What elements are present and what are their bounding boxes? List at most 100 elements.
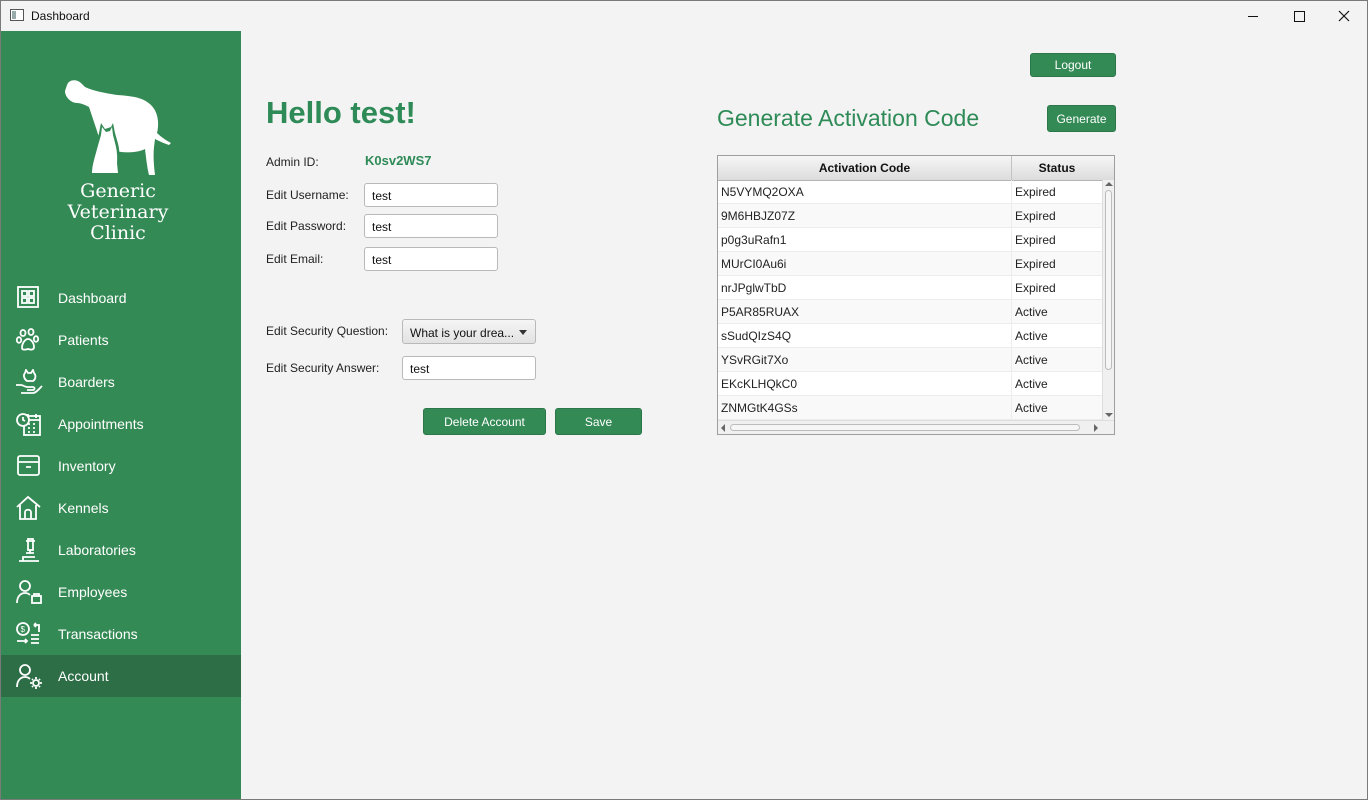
employee-icon bbox=[16, 580, 42, 604]
sidebar-item-label: Laboratories bbox=[58, 542, 136, 558]
house-icon bbox=[16, 495, 41, 520]
dashboard-grid-icon bbox=[17, 286, 39, 308]
delete-account-button[interactable]: Delete Account bbox=[423, 408, 546, 435]
sidebar-nav: Dashboard Patients Boarders Appointments… bbox=[1, 277, 241, 697]
table-row[interactable]: EKcKLHQkC0 Active bbox=[718, 372, 1102, 396]
sidebar: Generic Veterinary Clinic Dashboard Pati… bbox=[1, 31, 241, 799]
scroll-left-icon[interactable] bbox=[721, 424, 725, 432]
clinic-name-line: Veterinary bbox=[67, 201, 169, 223]
generate-button[interactable]: Generate bbox=[1047, 105, 1116, 132]
sidebar-item-label: Transactions bbox=[58, 626, 138, 642]
horizontal-scroll-thumb[interactable] bbox=[730, 424, 1080, 431]
table-row[interactable]: sSudQIzS4Q Active bbox=[718, 324, 1102, 348]
table-row[interactable]: 9M6HBJZ07Z Expired bbox=[718, 204, 1102, 228]
security-answer-label: Edit Security Answer: bbox=[266, 361, 380, 375]
chevron-down-icon bbox=[519, 330, 527, 335]
minimize-icon bbox=[1248, 15, 1258, 17]
sidebar-item-label: Inventory bbox=[58, 458, 116, 474]
sidebar-item-kennels[interactable]: Kennels bbox=[1, 487, 241, 529]
sidebar-item-appointments[interactable]: Appointments bbox=[1, 403, 241, 445]
calendar-clock-icon bbox=[16, 413, 41, 436]
code-cell: ZNMGtK4GSs bbox=[721, 401, 798, 415]
logout-button[interactable]: Logout bbox=[1030, 53, 1116, 77]
security-question-label: Edit Security Question: bbox=[266, 324, 389, 338]
table-header: Activation Code Status bbox=[718, 156, 1114, 181]
clinic-name-line: Clinic bbox=[90, 222, 146, 244]
account-gear-icon bbox=[16, 664, 42, 689]
admin-id-value: K0sv2WS7 bbox=[365, 153, 432, 168]
code-cell: YSvRGit7Xo bbox=[721, 353, 789, 367]
close-button[interactable] bbox=[1321, 1, 1367, 31]
status-cell: Active bbox=[1015, 353, 1048, 367]
security-question-value: What is your drea... bbox=[410, 326, 515, 340]
sidebar-item-account[interactable]: Account bbox=[1, 655, 241, 697]
username-field[interactable]: test bbox=[364, 183, 498, 207]
column-header-code[interactable]: Activation Code bbox=[718, 156, 1012, 180]
paw-icon bbox=[15, 328, 40, 351]
status-cell: Active bbox=[1015, 305, 1048, 319]
code-cell: nrJPglwTbD bbox=[721, 281, 787, 295]
scroll-down-icon[interactable] bbox=[1105, 413, 1113, 417]
table-row[interactable]: nrJPglwTbD Expired bbox=[718, 276, 1102, 300]
code-cell: EKcKLHQkC0 bbox=[721, 377, 798, 391]
sidebar-item-patients[interactable]: Patients bbox=[1, 319, 241, 361]
table-row[interactable]: MUrCI0Au6i Expired bbox=[718, 252, 1102, 276]
clinic-name-line: Generic bbox=[80, 180, 156, 202]
app-icon bbox=[10, 9, 24, 21]
activation-code-table[interactable]: Activation Code Status N5VYMQ2OXA Expired… bbox=[717, 155, 1115, 435]
sidebar-item-label: Employees bbox=[58, 584, 128, 600]
email-field[interactable]: test bbox=[364, 247, 498, 271]
username-label: Edit Username: bbox=[266, 188, 349, 202]
scroll-up-icon[interactable] bbox=[1105, 182, 1113, 186]
clinic-name: Generic Veterinary Clinic bbox=[1, 181, 235, 244]
sidebar-item-label: Dashboard bbox=[58, 290, 127, 306]
code-cell: 9M6HBJZ07Z bbox=[721, 209, 796, 223]
app-window: Dashboard Generic Veterinary Clinic Dash… bbox=[0, 0, 1368, 800]
status-cell: Active bbox=[1015, 329, 1048, 343]
main-content: Logout Hello test! Admin ID: K0sv2WS7 Ed… bbox=[241, 31, 1367, 799]
window-title: Dashboard bbox=[31, 9, 90, 23]
dog-cat-logo-icon bbox=[65, 80, 171, 175]
svg-text:$: $ bbox=[21, 625, 26, 634]
security-answer-field[interactable]: test bbox=[402, 356, 536, 380]
status-cell: Expired bbox=[1015, 233, 1056, 247]
save-button[interactable]: Save bbox=[555, 408, 642, 435]
clinic-logo: Generic Veterinary Clinic bbox=[1, 31, 241, 261]
table-row[interactable]: ZNMGtK4GSs Active bbox=[718, 396, 1102, 420]
sidebar-item-employees[interactable]: Employees bbox=[1, 571, 241, 613]
maximize-button[interactable] bbox=[1276, 1, 1322, 31]
table-row[interactable]: N5VYMQ2OXA Expired bbox=[718, 180, 1102, 204]
microscope-icon bbox=[19, 538, 39, 562]
sidebar-item-laboratories[interactable]: Laboratories bbox=[1, 529, 241, 571]
code-cell: N5VYMQ2OXA bbox=[721, 185, 804, 199]
admin-id-label: Admin ID: bbox=[266, 155, 319, 169]
sidebar-item-label: Account bbox=[58, 668, 109, 684]
vertical-scrollbar[interactable] bbox=[1102, 180, 1114, 420]
sidebar-item-transactions[interactable]: $ Transactions bbox=[1, 613, 241, 655]
column-header-status[interactable]: Status bbox=[1012, 156, 1102, 180]
horizontal-scrollbar[interactable] bbox=[718, 420, 1114, 434]
sidebar-item-boarders[interactable]: Boarders bbox=[1, 361, 241, 403]
column-divider bbox=[1011, 180, 1012, 420]
table-row[interactable]: YSvRGit7Xo Active bbox=[718, 348, 1102, 372]
minimize-button[interactable] bbox=[1230, 1, 1276, 31]
sidebar-item-label: Boarders bbox=[58, 374, 115, 390]
maximize-icon bbox=[1293, 10, 1305, 22]
status-cell: Expired bbox=[1015, 257, 1056, 271]
email-label: Edit Email: bbox=[266, 252, 324, 266]
sidebar-item-dashboard[interactable]: Dashboard bbox=[1, 277, 241, 319]
sidebar-item-label: Patients bbox=[58, 332, 109, 348]
sidebar-item-inventory[interactable]: Inventory bbox=[1, 445, 241, 487]
password-field[interactable]: test bbox=[364, 214, 498, 238]
password-label: Edit Password: bbox=[266, 219, 347, 233]
table-row[interactable]: p0g3uRafn1 Expired bbox=[718, 228, 1102, 252]
code-cell: sSudQIzS4Q bbox=[721, 329, 792, 343]
vertical-scroll-thumb[interactable] bbox=[1105, 190, 1112, 370]
status-cell: Active bbox=[1015, 401, 1048, 415]
inventory-box-icon bbox=[17, 455, 40, 476]
status-cell: Expired bbox=[1015, 209, 1056, 223]
scroll-right-icon[interactable] bbox=[1094, 424, 1098, 432]
security-question-select[interactable]: What is your drea... bbox=[402, 319, 536, 344]
table-row[interactable]: P5AR85RUAX Active bbox=[718, 300, 1102, 324]
title-bar[interactable]: Dashboard bbox=[1, 1, 1367, 31]
